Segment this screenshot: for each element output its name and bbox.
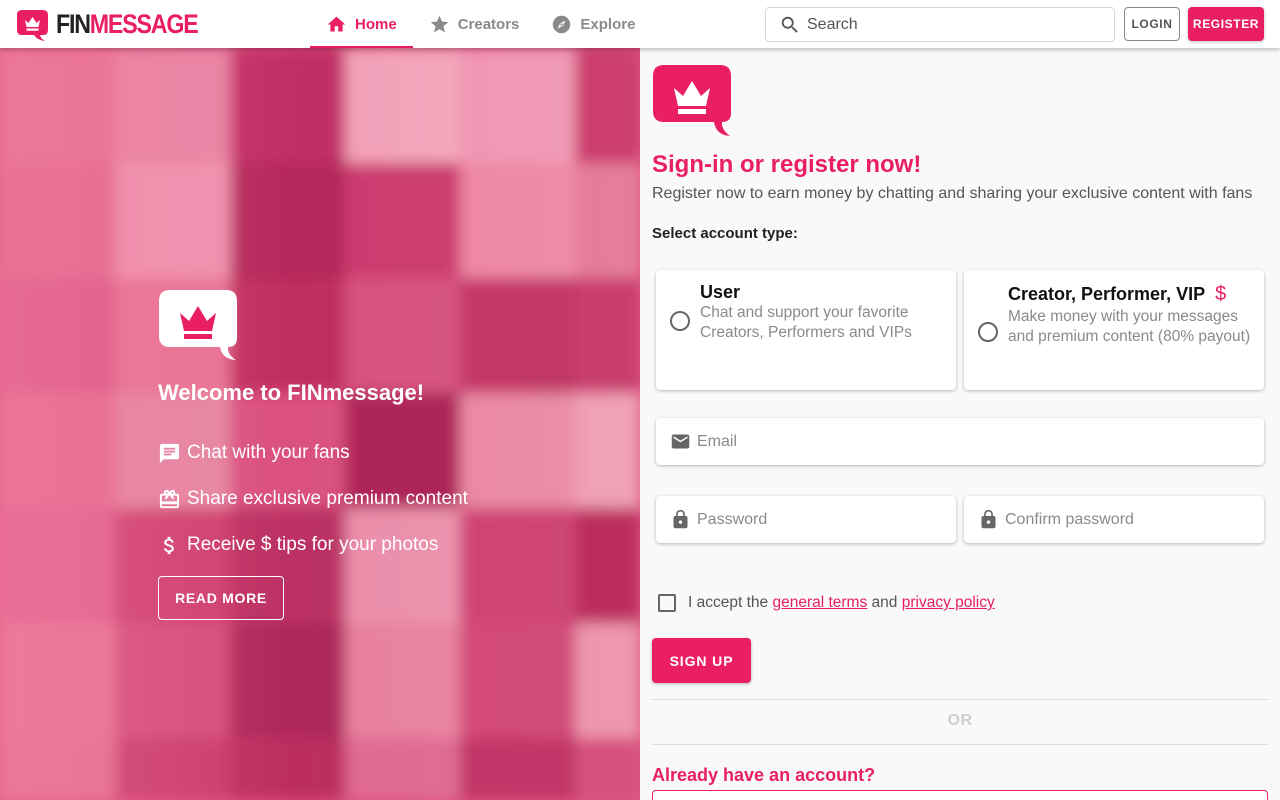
search-icon — [781, 16, 798, 33]
crown-chat-bubble-icon — [653, 65, 731, 136]
crown-chat-bubble-icon — [159, 290, 237, 360]
brand-name-part1: FIN — [56, 8, 91, 39]
email-input[interactable] — [697, 432, 1237, 451]
lock-icon — [981, 509, 996, 529]
privacy-policy-link[interactable]: privacy policy — [902, 594, 995, 612]
or-separator: OR — [947, 712, 973, 729]
account-type-label: Select account type: — [652, 225, 798, 242]
general-terms-link[interactable]: general terms — [772, 594, 867, 612]
terms-row: I accept the general terms and privacy p… — [658, 594, 995, 612]
feature-item: Receive $ tips for your photos — [158, 522, 578, 568]
login-button[interactable]: LOGIN — [1124, 7, 1180, 41]
email-field[interactable] — [656, 418, 1264, 465]
account-type-creator-title: Creator, Performer, VIP — [1008, 284, 1206, 304]
tab-home[interactable]: Home — [310, 0, 413, 48]
signup-title: Sign-in or register now! — [652, 151, 922, 178]
main-navigation: Home Creators Explore — [310, 0, 651, 48]
account-type-title: Creator, Performer, VIP $ — [1008, 283, 1226, 306]
terms-and: and — [871, 594, 898, 611]
password-field[interactable] — [656, 496, 956, 543]
star-icon — [430, 15, 448, 32]
mail-icon — [671, 434, 690, 449]
tab-explore-label: Explore — [580, 15, 636, 33]
signup-subtitle: Register now to earn money by chatting a… — [652, 185, 1253, 202]
confirm-password-field[interactable] — [964, 496, 1264, 543]
brand-name-part2: MESSAGE — [89, 8, 199, 39]
account-type-user-title: User — [700, 282, 741, 302]
tab-home-label: Home — [355, 15, 397, 33]
top-app-bar: FINMESSAGE Home Creators Explore LOGIN R… — [0, 0, 1280, 48]
brand-wordmark: FINMESSAGE — [56, 8, 199, 39]
sign-up-button[interactable]: SIGN UP — [652, 638, 751, 683]
signup-panel: Sign-in or register now! Register now to… — [640, 48, 1280, 800]
feature-text: Share exclusive premium content — [187, 488, 468, 509]
password-input[interactable] — [697, 510, 917, 529]
account-type-user-card[interactable]: User Chat and support your favorite Crea… — [656, 270, 956, 390]
terms-prefix: I accept the — [688, 594, 769, 611]
compass-icon — [553, 15, 571, 33]
chat-icon — [159, 443, 180, 463]
hero-title: Welcome to FINmessage! — [158, 380, 425, 405]
terms-checkbox[interactable] — [658, 594, 676, 612]
hero-banner: Welcome to FINmessage! Chat with your fa… — [0, 48, 640, 800]
already-have-account-heading: Already have an account? — [652, 765, 876, 785]
confirm-password-input[interactable] — [1005, 510, 1225, 529]
user-radio[interactable] — [670, 311, 690, 331]
search-box[interactable] — [765, 7, 1115, 42]
feature-text: Chat with your fans — [187, 442, 350, 463]
hero-content: Welcome to FINmessage! Chat with your fa… — [158, 289, 578, 620]
divider — [652, 699, 1268, 700]
crown-chat-bubble-icon — [17, 9, 48, 41]
search-input[interactable] — [807, 15, 1087, 34]
tab-creators-label: Creators — [457, 15, 520, 33]
account-type-user-description: Chat and support your favorite Creators,… — [700, 304, 912, 341]
dollar-icon: $ — [1215, 283, 1227, 305]
tab-creators[interactable]: Creators — [413, 0, 536, 48]
creator-radio[interactable] — [978, 322, 998, 342]
account-type-creator-description: Make money with your messages and premiu… — [1008, 308, 1251, 345]
lock-icon — [673, 509, 688, 529]
tab-explore[interactable]: Explore — [535, 0, 651, 48]
feature-list: Chat with your fans Share exclusive prem… — [158, 430, 578, 568]
gift-card-icon — [159, 489, 180, 508]
register-button[interactable]: REGISTER — [1188, 7, 1264, 41]
home-icon — [327, 16, 346, 31]
feature-text: Receive $ tips for your photos — [187, 534, 439, 555]
account-type-title: User — [700, 282, 740, 303]
read-more-button[interactable]: READ MORE — [158, 576, 284, 620]
dollar-icon — [164, 536, 174, 554]
divider — [652, 744, 1268, 745]
brand-logo[interactable]: FINMESSAGE — [16, 7, 221, 41]
feature-item: Share exclusive premium content — [158, 476, 578, 522]
sign-in-form-box[interactable] — [652, 790, 1268, 800]
account-type-creator-card[interactable]: Creator, Performer, VIP $ Make money wit… — [964, 270, 1264, 390]
feature-item: Chat with your fans — [158, 430, 578, 476]
